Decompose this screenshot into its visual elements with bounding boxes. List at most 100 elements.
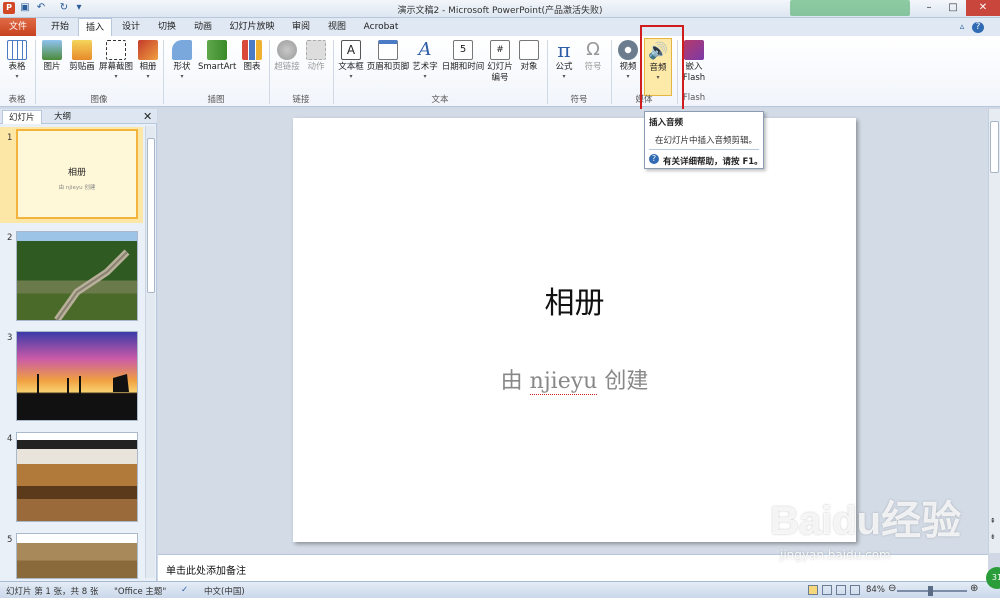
- tooltip-divider: [649, 149, 759, 150]
- great-wall-image: [54, 249, 130, 323]
- chart-icon: [242, 40, 262, 60]
- tab-file[interactable]: 文件: [0, 18, 36, 36]
- tooltip-description: 在幻灯片中插入音频剪辑。: [655, 136, 758, 146]
- slideshow-icon[interactable]: [850, 585, 860, 595]
- group-illustrations-label: 插图: [207, 95, 225, 105]
- hyperlink-icon: [277, 40, 297, 60]
- background-window-tab: [790, 0, 910, 16]
- shapes-icon: [172, 40, 192, 60]
- tooltip-title: 插入音频: [649, 118, 684, 128]
- status-bar: 幻灯片 第 1 张，共 8 张 "Office 主题" ✓ 中文(中国) 84%…: [0, 581, 1000, 598]
- slide-thumbnail-5[interactable]: [16, 533, 138, 579]
- screenshot-button[interactable]: 屏幕截图 ▾: [97, 38, 135, 96]
- slide-canvas[interactable]: 相册 由 njieyu 创建: [293, 118, 856, 542]
- minimize-ribbon-icon[interactable]: ▵: [956, 18, 968, 36]
- clipart-button[interactable]: 剪贴画: [67, 38, 97, 96]
- tab-slides[interactable]: 幻灯片: [2, 110, 42, 124]
- theme-status[interactable]: "Office 主题": [114, 585, 166, 597]
- equation-button[interactable]: π 公式 ▾: [551, 38, 577, 96]
- maximize-button[interactable]: □: [940, 0, 966, 16]
- audio-tooltip: 插入音频 在幻灯片中插入音频剪辑。 ? 有关详细帮助，请按 F1。: [644, 111, 764, 169]
- table-button[interactable]: 表格 ▾: [3, 38, 31, 96]
- textbox-icon: A: [341, 40, 361, 60]
- language-status[interactable]: 中文(中国): [204, 585, 245, 597]
- photo-album-icon: [138, 40, 158, 60]
- minimize-button[interactable]: –: [916, 0, 942, 16]
- ribbon-tabs: 文件 开始 插入 设计 切换 动画 幻灯片放映 审阅 视图 Acrobat ▵ …: [0, 18, 1000, 36]
- close-pane-icon[interactable]: ✕: [143, 110, 152, 123]
- flash-icon: [684, 40, 704, 60]
- header-footer-icon: [378, 40, 398, 60]
- slide-thumbnail-2[interactable]: [16, 231, 138, 323]
- symbol-button[interactable]: Ω 符号: [580, 38, 606, 96]
- slide-thumbnail-4[interactable]: [16, 432, 138, 522]
- shapes-button[interactable]: 形状 ▾: [168, 38, 196, 96]
- slide-subtitle[interactable]: 由 njieyu 创建: [293, 363, 856, 395]
- zoom-out-icon[interactable]: ⊖: [888, 583, 896, 594]
- chart-button[interactable]: 图表: [240, 38, 264, 96]
- audio-highlight-box: [640, 25, 684, 113]
- slides-pane-scrollbar[interactable]: [145, 126, 155, 578]
- tab-animations[interactable]: 动画: [186, 18, 220, 36]
- slide-title[interactable]: 相册: [293, 278, 856, 322]
- smartart-button[interactable]: SmartArt: [198, 38, 236, 96]
- screenshot-icon: [106, 40, 126, 60]
- normal-view-icon[interactable]: [808, 585, 818, 595]
- tooltip-help-text: 有关详细帮助，请按 F1。: [663, 157, 763, 167]
- slide-number: 1: [7, 133, 13, 143]
- help-icon: ?: [649, 154, 659, 164]
- picture-icon: [42, 40, 62, 60]
- spellcheck-icon[interactable]: ✓: [181, 585, 188, 595]
- photo-album-button[interactable]: 相册 ▾: [137, 38, 159, 96]
- tab-outline[interactable]: 大纲: [48, 110, 77, 124]
- table-icon: [7, 40, 27, 60]
- group-images-label: 图像: [90, 95, 108, 105]
- ribbon: 表格 ▾ 表格 图片 剪贴画 屏幕截图 ▾ 相册 ▾ 图像 形状 ▾ SmartArt …: [0, 36, 1000, 107]
- zoom-level[interactable]: 84%: [866, 585, 885, 595]
- sunset-oilfield-image: [37, 374, 129, 394]
- film-reel-icon: [618, 40, 638, 60]
- slide-thumbnail-1[interactable]: 相册 由 njieyu 创建: [16, 129, 138, 219]
- tab-acrobat[interactable]: Acrobat: [358, 18, 404, 36]
- hyperlink-button[interactable]: 超链接: [272, 38, 302, 96]
- slide-number: 2: [7, 233, 13, 243]
- prev-slide-icon[interactable]: ⇞: [990, 517, 996, 525]
- scroll-thumb[interactable]: [147, 138, 155, 293]
- picture-button[interactable]: 图片: [39, 38, 65, 96]
- video-button[interactable]: 视频 ▾: [615, 38, 641, 96]
- group-links-label: 链接: [292, 95, 310, 105]
- action-button[interactable]: 动作: [304, 38, 328, 96]
- group-symbols-label: 符号: [570, 95, 588, 105]
- tab-home[interactable]: 开始: [44, 18, 76, 36]
- object-button[interactable]: 对象: [516, 38, 542, 96]
- slide-thumbnail-3[interactable]: [16, 331, 138, 421]
- clipart-icon: [72, 40, 92, 60]
- wordart-button[interactable]: A 艺术字 ▾: [411, 38, 439, 96]
- slide-number: 4: [7, 434, 13, 444]
- textbox-button[interactable]: A 文本框 ▾: [336, 38, 366, 96]
- header-footer-button[interactable]: 页眉和页脚: [366, 38, 410, 96]
- pi-icon: π: [557, 38, 571, 62]
- scroll-thumb[interactable]: [990, 121, 999, 173]
- tab-design[interactable]: 设计: [114, 18, 148, 36]
- close-button[interactable]: ✕: [966, 0, 1000, 16]
- reading-view-icon[interactable]: [836, 585, 846, 595]
- zoom-slider-handle[interactable]: [928, 586, 933, 596]
- slide-vertical-scrollbar[interactable]: ⇞ ⇟: [988, 109, 1000, 553]
- zoom-in-icon[interactable]: ⊕: [970, 583, 978, 594]
- slide-sorter-icon[interactable]: [822, 585, 832, 595]
- tab-slideshow[interactable]: 幻灯片放映: [226, 18, 278, 36]
- baidu-watermark-logo: Baidu经验: [770, 499, 962, 543]
- next-slide-icon[interactable]: ⇟: [990, 533, 996, 541]
- notes-placeholder: 单击此处添加备注: [166, 566, 246, 577]
- baidu-watermark-url: jingyan.baidu.com: [780, 548, 891, 562]
- date-time-button[interactable]: 5 日期和时间: [441, 38, 485, 96]
- slide-number: 3: [7, 333, 13, 343]
- wordart-icon: A: [418, 39, 432, 60]
- tab-review[interactable]: 审阅: [284, 18, 318, 36]
- tab-view[interactable]: 视图: [320, 18, 354, 36]
- group-tables-label: 表格: [8, 95, 26, 105]
- help-icon[interactable]: ?: [972, 22, 984, 33]
- tab-insert[interactable]: 插入: [78, 18, 112, 36]
- tab-transitions[interactable]: 切换: [150, 18, 184, 36]
